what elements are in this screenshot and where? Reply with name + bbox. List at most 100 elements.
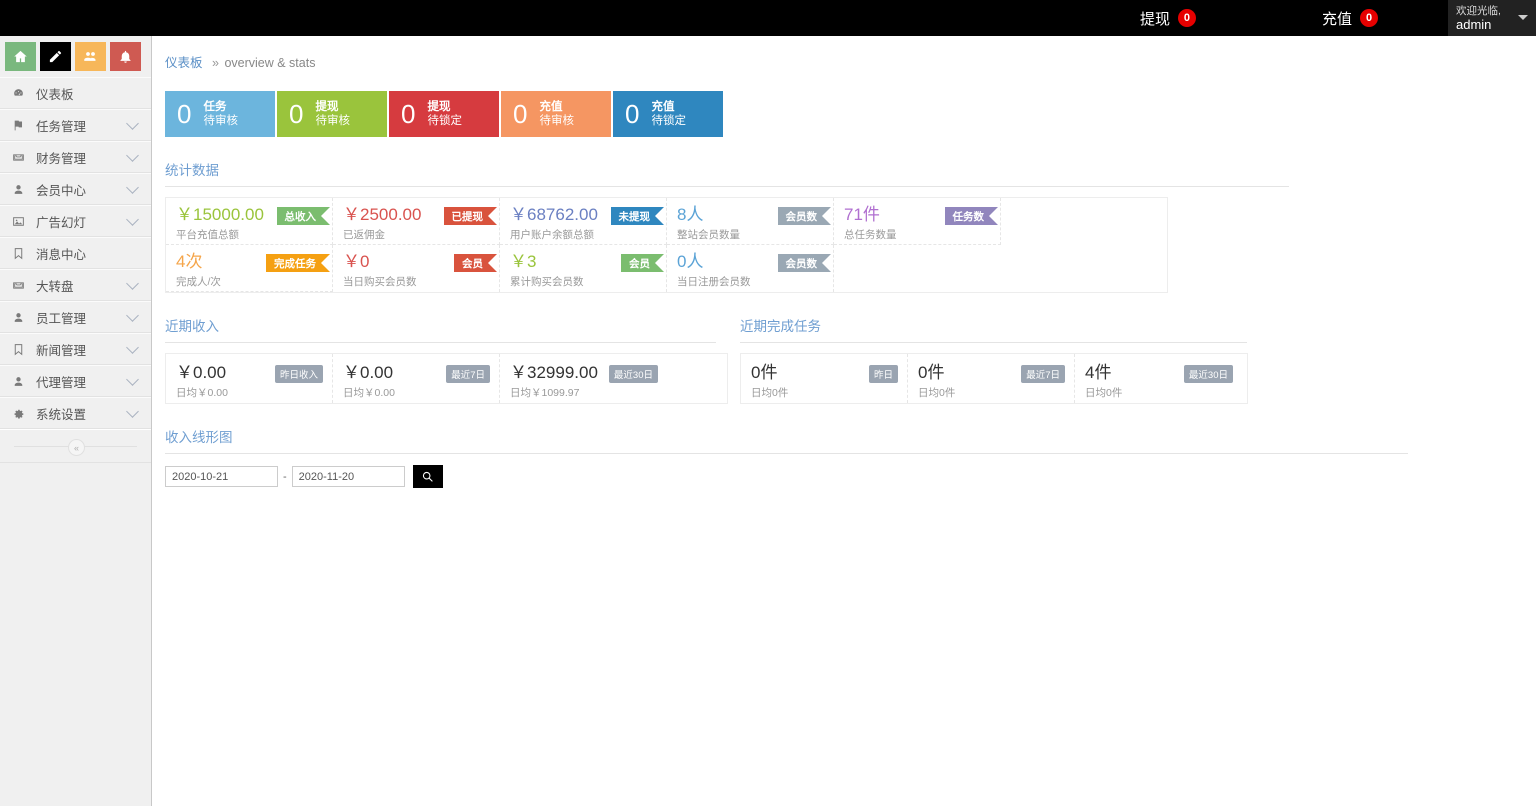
sidebar-item-9[interactable]: 代理管理 [0, 365, 151, 397]
summary-card-number: 0 [513, 99, 528, 129]
recent-period-tag: 最近7日 [446, 365, 490, 383]
sidebar-item-1[interactable]: 任务管理 [0, 109, 151, 141]
stats-divider [165, 186, 1289, 187]
summary-card-1[interactable]: 0 提现 待审核 [277, 91, 387, 137]
summary-card-line1: 提现 [315, 101, 339, 113]
date-start-input[interactable] [165, 466, 278, 487]
stat-label: 已返佣金 [343, 229, 385, 241]
user-icon [12, 183, 32, 196]
sidebar-item-0[interactable]: 仪表板 [0, 77, 151, 109]
recent-tasks-cell-0: 0件 日均0件 昨日 [741, 354, 908, 403]
user-greeting: 欢迎光临, [1456, 4, 1501, 17]
summary-card-4[interactable]: 0 充值 待锁定 [613, 91, 723, 137]
date-end-input[interactable] [291, 466, 405, 487]
breadcrumb-current: overview & stats [224, 56, 316, 70]
chevron-down-icon [126, 212, 139, 226]
stat-ribbon-badge: 未提现 [611, 207, 665, 225]
logo-area [0, 0, 152, 36]
summary-card-number: 0 [401, 99, 416, 129]
recent-tasks-cell-1: 0件 日均0件 最近7日 [908, 354, 1075, 403]
inbox-icon [12, 151, 32, 164]
stat-cell-3: 8人整站会员数量 会员数 [667, 198, 834, 245]
sidebar-item-10[interactable]: 系统设置 [0, 397, 151, 429]
summary-card-line2: 待审核 [203, 115, 238, 127]
bell-icon [120, 50, 131, 63]
sidebar-nav: 仪表板任务管理财务管理会员中心 广告幻灯 消息中心大转盘员工管理新闻管理代理管理 系统… [0, 77, 151, 429]
breadcrumb-root[interactable]: 仪表板 [165, 56, 203, 70]
recent-sections: 近期收入 ￥0.00 日均￥0.00 昨日收入 ￥0.00 日均￥0.00 最近7日 ￥32… [153, 293, 1536, 404]
sidebar-item-6[interactable]: 大转盘 [0, 269, 151, 301]
stat-value: ￥15000.00 [176, 205, 264, 224]
recent-income-cell-2: ￥32999.00 日均￥1099.97 最近30日 [500, 354, 667, 403]
recent-period-tag: 昨日收入 [274, 365, 323, 383]
chevron-down-icon [126, 404, 139, 418]
top-header-bar: 提现 0 充值 0 欢迎光临, admin [0, 0, 1536, 36]
quick-notifications-button[interactable] [110, 42, 141, 71]
recent-label: 日均￥1099.97 [510, 387, 580, 399]
summary-card-0[interactable]: 0 任务 待审核 [165, 91, 275, 137]
stat-value: 71件 [844, 205, 880, 224]
quick-users-button[interactable] [75, 42, 106, 71]
stat-label: 总任务数量 [844, 229, 897, 241]
bookmark-icon [12, 343, 32, 356]
quick-edit-button[interactable] [40, 42, 71, 71]
stat-label: 整站会员数量 [677, 229, 740, 241]
stat-label: 用户账户余额总额 [510, 229, 594, 241]
recent-income-grid: ￥0.00 日均￥0.00 昨日收入 ￥0.00 日均￥0.00 最近7日 ￥32999.0… [165, 353, 728, 404]
stat-cell-7: ￥3 累计购买会员数 会员 [500, 245, 667, 292]
quick-home-button[interactable] [5, 42, 36, 71]
sidebar-item-8[interactable]: 新闻管理 [0, 333, 151, 365]
topnav-recharge[interactable]: 充值 0 [1304, 0, 1396, 36]
sidebar: 仪表板任务管理财务管理会员中心 广告幻灯 消息中心大转盘员工管理新闻管理代理管理 系统… [0, 36, 152, 806]
recent-label: 日均0件 [918, 387, 956, 399]
stat-value: 0人 [677, 252, 704, 271]
summary-card-number: 0 [625, 99, 640, 129]
chevron-down-icon [126, 116, 139, 130]
stat-label: 当日购买会员数 [343, 276, 417, 288]
sidebar-collapse-row: « [0, 429, 151, 463]
recent-tasks-cell-2: 4件 日均0件 最近30日 [1075, 354, 1242, 403]
sidebar-item-3[interactable]: 会员中心 [0, 173, 151, 205]
stat-value: ￥68762.00 [510, 205, 598, 224]
chevron-down-icon [126, 180, 139, 194]
summary-card-line1: 提现 [427, 101, 451, 113]
summary-card-line2: 待锁定 [651, 115, 686, 127]
date-search-button[interactable] [412, 465, 443, 488]
users-icon [84, 52, 96, 61]
sidebar-item-5[interactable]: 消息中心 [0, 237, 151, 269]
stat-ribbon-badge: 会员数 [778, 207, 832, 225]
stat-ribbon-badge: 会员数 [778, 254, 832, 272]
topnav-withdraw[interactable]: 提现 0 [1122, 0, 1214, 36]
recent-income-title: 近期收入 [165, 319, 219, 334]
recent-tasks-grid: 0件 日均0件 昨日 0件 日均0件 最近7日 4件 日均0件 最近30日 [740, 353, 1248, 404]
sidebar-collapse-button[interactable]: « [68, 439, 85, 456]
stat-value: ￥3 [510, 252, 537, 271]
stat-cell-4: 71件 总任务数量 任务数 [834, 198, 1001, 245]
summary-card-line2: 待审核 [315, 115, 350, 127]
sidebar-item-2[interactable]: 财务管理 [0, 141, 151, 173]
summary-cards: 0 任务 待审核 0 提现待审核 0 提现待锁定 0 充值 待审核 0 充值 待锁定 [165, 91, 1536, 137]
stat-cell-0: ￥15000.00 平台充值总额 总收入 [166, 198, 333, 245]
sidebar-item-label: 新闻管理 [36, 343, 87, 358]
chevron-down-icon [126, 372, 139, 386]
sidebar-item-7[interactable]: 员工管理 [0, 301, 151, 333]
stat-value: 8人 [677, 205, 704, 224]
recent-period-tag: 昨日 [868, 365, 898, 383]
recent-income-cell-0: ￥0.00 日均￥0.00 昨日收入 [166, 354, 333, 403]
topnav-recharge-label: 充值 [1321, 10, 1352, 28]
recent-period-tag: 最近7日 [1021, 365, 1065, 383]
summary-card-line2: 待审核 [539, 115, 574, 127]
user-menu[interactable]: 欢迎光临, admin [1448, 0, 1536, 36]
sidebar-item-4[interactable]: 广告幻灯 [0, 205, 151, 237]
image-icon [12, 215, 32, 228]
stat-ribbon-badge: 完成任务 [266, 254, 330, 272]
sidebar-item-label: 大转盘 [36, 279, 74, 294]
summary-card-3[interactable]: 0 充值 待审核 [501, 91, 611, 137]
recent-label: 日均￥0.00 [343, 387, 395, 399]
stat-label: 完成人/次 [176, 276, 221, 288]
sidebar-item-label: 财务管理 [36, 151, 87, 166]
summary-card-2[interactable]: 0 提现 待锁定 [389, 91, 499, 137]
sidebar-item-label: 仪表板 [36, 87, 74, 102]
user-icon [12, 375, 32, 388]
topnav-recharge-badge: 0 [1360, 9, 1378, 27]
